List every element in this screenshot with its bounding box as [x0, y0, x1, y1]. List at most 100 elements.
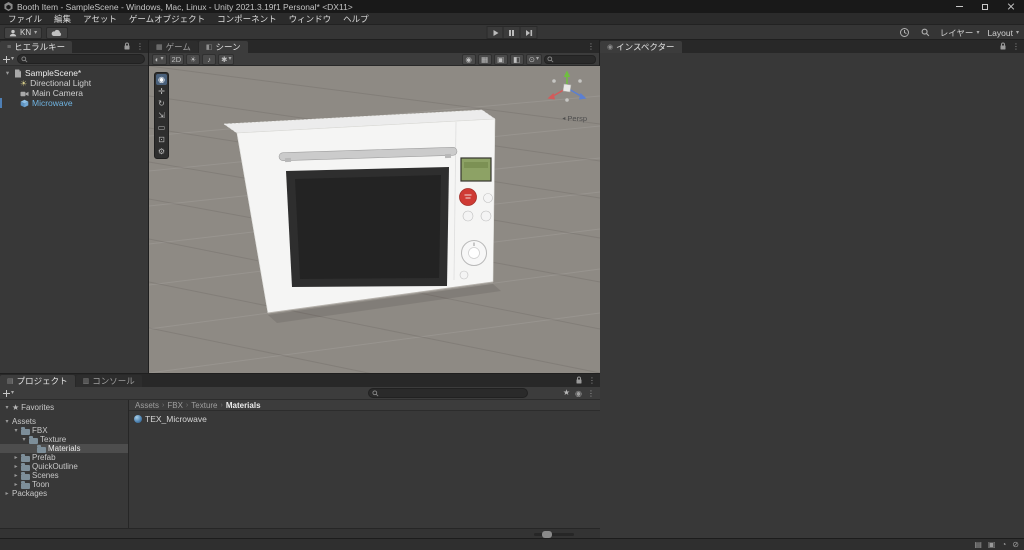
tree-item-quickoutline[interactable]: ▸ QuickOutline	[0, 462, 128, 471]
tree-item-toon[interactable]: ▸ Toon	[0, 480, 128, 489]
foldout-icon[interactable]: ▾	[13, 427, 19, 434]
status-blocked-icon[interactable]: ⊘	[1012, 540, 1019, 549]
kebab-icon[interactable]: ⋮	[587, 42, 595, 51]
transform-tool-button[interactable]: ⊡	[156, 134, 167, 145]
grid-toggle[interactable]: ▦	[477, 53, 492, 65]
camera-settings-button[interactable]: ◧	[509, 53, 524, 65]
menu-component[interactable]: コンポーネント	[211, 13, 283, 25]
tab-console[interactable]: ▥ コンソール	[75, 375, 142, 387]
hidden-objects-toggle[interactable]: ◉	[461, 53, 476, 65]
history-button[interactable]	[898, 26, 911, 39]
menu-help[interactable]: ヘルプ	[337, 13, 375, 25]
hierarchy-search-input[interactable]	[17, 54, 145, 64]
breadcrumb-assets[interactable]: Assets	[135, 401, 159, 410]
kebab-icon[interactable]: ⋮	[588, 376, 596, 385]
foldout-icon[interactable]: ▾	[21, 436, 27, 443]
cloud-button[interactable]	[46, 26, 69, 39]
foldout-icon[interactable]: ▾	[4, 69, 11, 77]
hidden-packages-icon[interactable]: ◉	[575, 389, 582, 398]
hierarchy-item-main-camera[interactable]: Main Camera	[0, 88, 148, 98]
scene-audio-toggle[interactable]: ♪	[202, 53, 217, 65]
create-asset-button[interactable]: ▾	[3, 389, 14, 397]
close-button[interactable]	[998, 0, 1024, 13]
play-button[interactable]	[486, 26, 504, 39]
tree-item-materials[interactable]: Materials	[0, 444, 128, 453]
foldout-icon[interactable]: ▾	[4, 418, 10, 425]
kebab-icon[interactable]: ⋮	[587, 389, 595, 398]
scale-tool-button[interactable]: ⇲	[156, 110, 167, 121]
status-layout-icon[interactable]: ▣	[988, 540, 996, 549]
shading-mode-dropdown[interactable]: ◐ ▾	[152, 53, 167, 65]
foldout-icon[interactable]: ▸	[13, 472, 19, 479]
step-button[interactable]	[520, 26, 538, 39]
2d-label: 2D	[171, 54, 182, 64]
unity-logo-icon	[4, 2, 13, 11]
tree-item-assets[interactable]: ▾ Assets	[0, 417, 128, 426]
status-console-icon[interactable]: ▤	[974, 540, 982, 549]
tab-scene[interactable]: ◧ シーン	[198, 41, 248, 53]
move-tool-button[interactable]: ✛	[156, 86, 167, 97]
microwave-model[interactable]	[223, 109, 501, 323]
hierarchy-item-directional-light[interactable]: ☀ Directional Light	[0, 78, 148, 88]
menu-file[interactable]: ファイル	[2, 13, 48, 25]
rotate-tool-button[interactable]: ↻	[156, 98, 167, 109]
project-search-input[interactable]	[368, 388, 528, 398]
tree-item-scenes[interactable]: ▸ Scenes	[0, 471, 128, 480]
orientation-gizmo[interactable]	[547, 70, 587, 102]
asset-item-tex-microwave[interactable]: TEX_Microwave	[134, 414, 595, 424]
foldout-icon[interactable]: ▸	[4, 490, 10, 497]
pause-button[interactable]	[503, 26, 521, 39]
lock-icon[interactable]	[575, 376, 583, 384]
layers-dropdown[interactable]: レイヤー ▾	[940, 27, 980, 39]
create-object-button[interactable]: ▾	[3, 55, 14, 63]
lock-icon[interactable]	[999, 42, 1007, 50]
plus-icon	[3, 55, 10, 63]
foldout-icon[interactable]: ▸	[13, 454, 19, 461]
breadcrumb-texture[interactable]: Texture	[191, 401, 217, 410]
tree-item-fbx[interactable]: ▾ FBX	[0, 426, 128, 435]
breadcrumb-fbx[interactable]: FBX	[167, 401, 183, 410]
layout-dropdown[interactable]: Layout ▾	[987, 28, 1019, 38]
breadcrumb-materials[interactable]: Materials	[226, 401, 261, 410]
foldout-icon[interactable]: ▸	[13, 481, 19, 488]
search-button[interactable]	[919, 26, 932, 39]
tree-item-favorites[interactable]: ▾ ★ Favorites	[0, 403, 128, 412]
overlay-toggle[interactable]: ▣	[493, 53, 508, 65]
favorite-search-icon[interactable]: ★	[563, 389, 570, 397]
tree-item-texture[interactable]: ▾ Texture	[0, 435, 128, 444]
hierarchy-item-samplescene[interactable]: ▾ SampleScene*	[0, 68, 148, 78]
hierarchy-item-microwave[interactable]: Microwave	[0, 98, 148, 108]
rect-tool-button[interactable]: ▭	[156, 122, 167, 133]
status-progress-icon[interactable]: ◔	[1001, 540, 1006, 549]
scene-search-input[interactable]	[544, 54, 596, 64]
tree-item-prefab[interactable]: ▸ Prefab	[0, 453, 128, 462]
scene-lighting-toggle[interactable]: ☀	[186, 53, 201, 65]
kebab-icon[interactable]: ⋮	[136, 42, 144, 51]
tab-inspector[interactable]: ◉ インスペクター	[600, 41, 682, 53]
menu-window[interactable]: ウィンドウ	[283, 13, 338, 25]
slider-handle[interactable]	[542, 531, 552, 538]
2d-toggle[interactable]: 2D	[168, 53, 185, 65]
menu-gameobject[interactable]: ゲームオブジェクト	[123, 13, 211, 25]
tab-hierarchy[interactable]: ≡ ヒエラルキー	[0, 41, 73, 53]
minimize-button[interactable]	[946, 0, 972, 13]
menu-edit[interactable]: 編集	[48, 13, 77, 25]
foldout-icon[interactable]: ▸	[13, 463, 19, 470]
persp-label[interactable]: ◂ Persp	[562, 114, 587, 123]
lock-icon[interactable]	[123, 42, 131, 50]
scene-viewport[interactable]: ◉ ✛ ↻ ⇲ ▭ ⊡ ⚙ ◂ Persp	[149, 66, 600, 373]
foldout-icon[interactable]: ▾	[4, 404, 10, 411]
gizmos-dropdown[interactable]: ⊙ ▾	[525, 53, 542, 65]
view-tool-button[interactable]: ◉	[156, 74, 167, 85]
thumbnail-zoom-slider[interactable]	[534, 531, 574, 538]
tree-item-packages[interactable]: ▸ Packages	[0, 489, 128, 498]
maximize-button[interactable]	[972, 0, 998, 13]
custom-tool-button[interactable]: ⚙	[156, 146, 167, 157]
breadcrumb: Assets › FBX › Texture › Materials	[129, 400, 600, 411]
menu-assets[interactable]: アセット	[77, 13, 123, 25]
tab-project[interactable]: ▤ プロジェクト	[0, 375, 75, 387]
effects-dropdown[interactable]: ✱ ▾	[218, 53, 235, 65]
account-button[interactable]: KN ▾	[4, 26, 43, 39]
tab-game[interactable]: ▦ ゲーム	[149, 41, 198, 53]
kebab-icon[interactable]: ⋮	[1012, 42, 1020, 51]
